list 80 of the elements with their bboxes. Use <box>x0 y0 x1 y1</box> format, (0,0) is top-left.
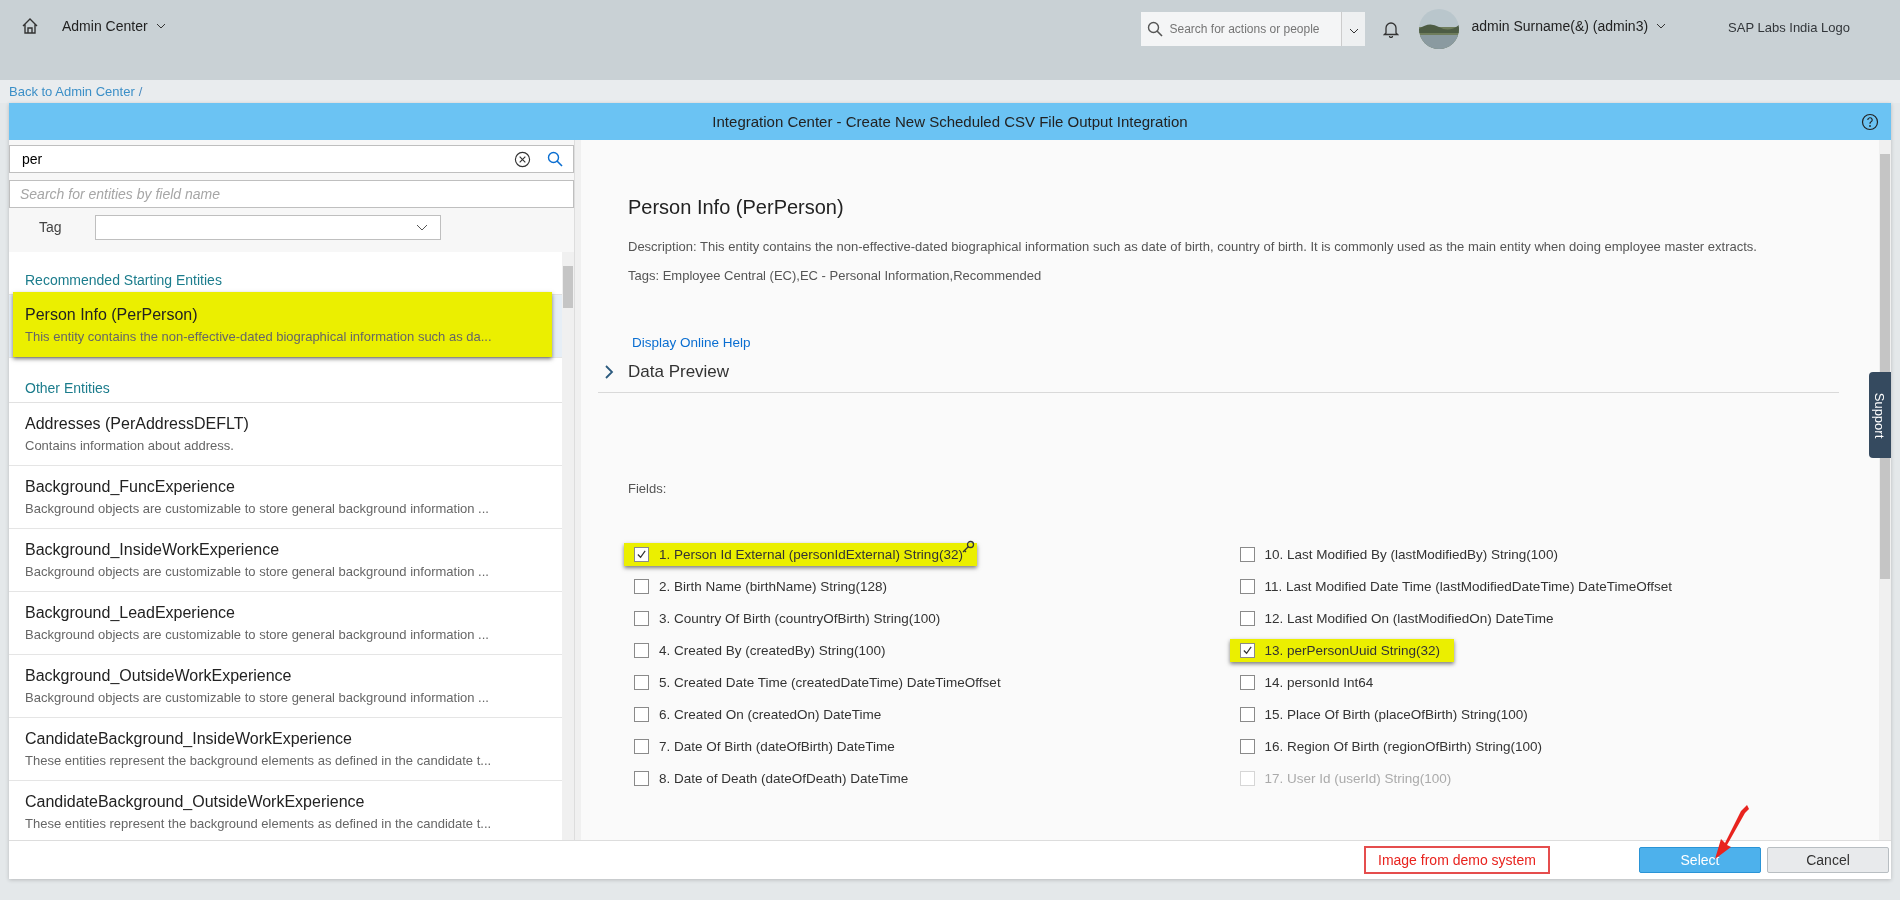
field-option[interactable]: 10. Last Modified By (lastModifiedBy) String(100) <box>1229 542 1572 566</box>
field-option[interactable]: 7. Date Of Birth (dateOfBirth) DateTime <box>624 734 909 758</box>
entity-tags: Tags: Employee Central (EC),EC - Personal Information,Recommended <box>628 266 1839 285</box>
search-icon[interactable] <box>1147 21 1164 37</box>
checkbox[interactable] <box>634 674 649 690</box>
caret-icon[interactable] <box>1656 23 1667 29</box>
field-option[interactable]: 16. Region Of Birth (regionOfBirth) String(100) <box>1229 734 1557 758</box>
field-option[interactable]: 5. Created Date Time (createdDateTime) DateTimeOffset <box>624 670 1015 694</box>
search-field[interactable]: Search for actions or people <box>1167 21 1342 37</box>
checkbox[interactable] <box>1239 578 1255 594</box>
field-option[interactable]: 6. Created On (createdOn) DateTime <box>624 702 896 726</box>
entity-name: Background_OutsideWorkExperience <box>25 667 293 685</box>
field-search-input[interactable]: Search for entities by field name <box>9 180 574 208</box>
checkbox[interactable] <box>1239 642 1255 658</box>
breadcrumb-separator: / <box>138 84 143 99</box>
checkbox[interactable] <box>1239 610 1255 626</box>
checkbox[interactable] <box>1239 706 1255 722</box>
entity-name: Addresses (PerAddressDEFLT) <box>25 415 250 433</box>
group-title: Other Entities <box>9 380 562 403</box>
entity-description: Background objects are customizable to store general background information ... <box>25 501 490 516</box>
annotation-note: Image from demo system <box>1364 846 1550 874</box>
chevron-icon[interactable] <box>604 364 614 380</box>
entity-name: Background_FuncExperience <box>25 478 236 496</box>
section-header[interactable]: Data Preview <box>598 350 1839 393</box>
field-option[interactable]: 8. Date of Death (dateOfDeath) DateTime <box>624 766 923 790</box>
field-option[interactable]: 3. Country Of Birth (countryOfBirth) String(100) <box>624 606 955 630</box>
entity-item[interactable]: Person Info (PerPerson) This entity contains the non-effective-dated biographical information such as da... <box>9 295 562 358</box>
entity-title: Person Info (PerPerson) <box>628 196 845 219</box>
admin-center-menu[interactable]: Admin Center <box>54 12 174 40</box>
entity-description: Background objects are customizable to store general background information ... <box>25 627 490 642</box>
field-option[interactable]: 2. Birth Name (birthName) String(128) <box>624 574 902 598</box>
clear-icon[interactable] <box>514 150 531 168</box>
entity-description: Background objects are customizable to store general background information ... <box>25 690 490 705</box>
bell-icon[interactable] <box>1383 20 1400 38</box>
support-tab[interactable]: Support <box>1869 372 1891 458</box>
search-box[interactable]: Search for actions or people <box>1141 12 1342 46</box>
entity-description: Contains information about address. <box>25 438 235 453</box>
field-option[interactable]: 14. personId Int64 <box>1229 670 1388 694</box>
section-title: Data Preview <box>628 362 730 382</box>
checkbox[interactable] <box>634 610 649 626</box>
cancel-button[interactable]: Cancel <box>1767 847 1889 873</box>
caret-icon[interactable] <box>1348 27 1359 34</box>
user-menu[interactable]: admin Surname(&) (admin3) <box>1463 12 1675 40</box>
checkbox[interactable] <box>1239 546 1255 562</box>
checkbox[interactable] <box>634 706 649 722</box>
checkbox[interactable] <box>634 738 649 754</box>
entity-name: CandidateBackground_OutsideWorkExperience <box>25 793 366 811</box>
field-option[interactable]: 15. Place Of Birth (placeOfBirth) String(100) <box>1229 702 1542 726</box>
entity-description: Description: This entity contains the non-effective-dated biographical information such as date of birth, country of birth. It is commonly used as the main entity when doing employee master extracts. <box>628 238 1758 256</box>
checkbox[interactable] <box>634 546 649 562</box>
entity-description: Background objects are customizable to store general background information ... <box>25 564 490 579</box>
checkbox[interactable] <box>1239 674 1255 690</box>
dialog-title: Integration Center - Create New Scheduled CSV File Output Integration <box>712 113 1188 130</box>
checkbox[interactable] <box>1239 738 1255 754</box>
checkbox[interactable] <box>634 770 649 786</box>
entity-description: This entity contains the non-effective-dated biographical information such as da... <box>25 328 493 344</box>
search-box[interactable]: per <box>9 145 574 173</box>
help-icon[interactable] <box>1861 112 1879 131</box>
field-option[interactable]: 11. Last Modified Date Time (lastModifiedDateTime) DateTimeOffset <box>1229 574 1686 598</box>
fields-label: Fields: <box>628 481 668 496</box>
entity-name: CandidateBackground_InsideWorkExperience <box>25 730 353 748</box>
caret-icon[interactable] <box>416 223 428 231</box>
field-option[interactable]: 4. Created By (createdBy) String(100) <box>624 638 900 662</box>
tag-label: Tag <box>38 219 63 235</box>
caret-icon[interactable] <box>155 23 166 29</box>
entity-name: Person Info (PerPerson) <box>25 305 199 324</box>
entity-description: These entities represent the background elements as defined in the candidate t... <box>25 816 493 831</box>
checkbox[interactable] <box>634 642 649 658</box>
entity-name: Background_InsideWorkExperience <box>25 541 281 559</box>
field-option[interactable]: 12. Last Modified On (lastModifiedOn) DateTime <box>1229 606 1568 630</box>
home-icon[interactable] <box>20 16 40 36</box>
entity-description: These entities represent the background elements as defined in the candidate t... <box>25 753 493 768</box>
checkbox[interactable] <box>634 578 649 594</box>
search-icon[interactable] <box>547 151 563 167</box>
scrollbar[interactable] <box>562 252 574 840</box>
field-option[interactable]: 13. perPersonUuid String(32) <box>1229 638 1455 662</box>
field-option[interactable]: 1. Person Id External (personIdExternal) String(32) <box>624 542 977 566</box>
company-logo: SAP Labs India Logo <box>1728 19 1851 35</box>
help-link[interactable]: Display Online Help <box>632 335 1839 350</box>
entity-name: Background_LeadExperience <box>25 604 236 622</box>
